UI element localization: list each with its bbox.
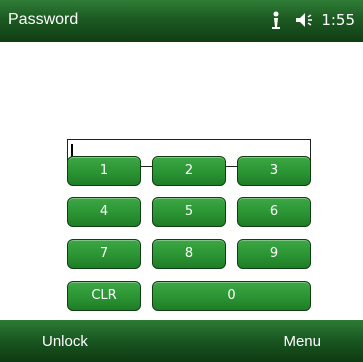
key-0[interactable]: 0	[152, 281, 311, 311]
key-9[interactable]: 9	[237, 239, 311, 269]
key-4-label: 4	[99, 204, 109, 219]
key-6[interactable]: 6	[237, 197, 311, 227]
key-8-label: 8	[184, 246, 194, 261]
menu-softkey[interactable]: Menu	[283, 333, 321, 350]
window-title: Password	[8, 11, 79, 28]
clear-label: CLR	[91, 288, 117, 303]
key-6-label: 6	[269, 204, 279, 219]
key-3[interactable]: 3	[237, 156, 311, 186]
key-0-label: 0	[227, 288, 236, 303]
key-1[interactable]: 1	[67, 156, 141, 186]
softkey-bar: Unlock Menu	[0, 320, 363, 362]
clear-button[interactable]: CLR	[67, 281, 141, 311]
key-7[interactable]: 7	[67, 239, 141, 269]
key-7-label: 7	[99, 246, 109, 261]
key-5-label: 5	[184, 204, 194, 219]
key-5[interactable]: 5	[152, 197, 226, 227]
key-9-label: 9	[269, 246, 279, 261]
key-8[interactable]: 8	[152, 239, 226, 269]
key-2-label: 2	[184, 163, 194, 178]
unlock-softkey[interactable]: Unlock	[42, 333, 88, 350]
key-1-label: 1	[99, 163, 109, 178]
connectivity-icon[interactable]	[265, 9, 287, 31]
key-2[interactable]: 2	[152, 156, 226, 186]
speaker-icon[interactable]	[293, 9, 315, 31]
title-bar: Password 1:55	[0, 0, 363, 42]
clock[interactable]: 1:55	[321, 11, 355, 29]
status-area[interactable]: 1:55	[265, 8, 355, 32]
key-3-label: 3	[269, 163, 279, 178]
key-4[interactable]: 4	[67, 197, 141, 227]
